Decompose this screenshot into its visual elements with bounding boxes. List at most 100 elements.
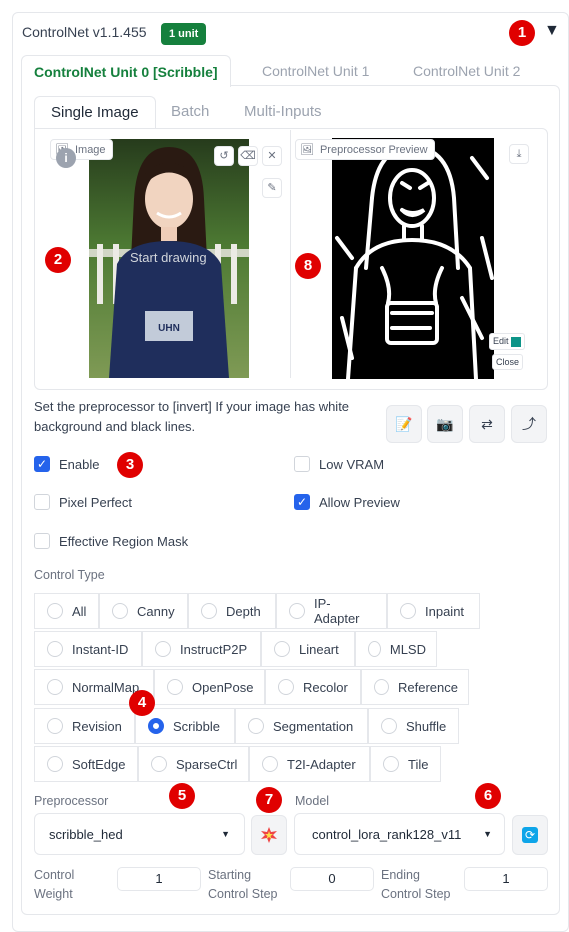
swap-icon[interactable]: ⇄ <box>469 405 505 443</box>
ending-step-input[interactable]: 1 <box>464 867 548 891</box>
radio-icon <box>248 718 264 734</box>
control-type-option[interactable]: Tile <box>370 746 441 782</box>
control-weight-label: Control Weight <box>34 868 75 901</box>
tab-single-image[interactable]: Single Image <box>34 96 156 128</box>
control-type-option[interactable]: IP-Adapter <box>276 593 387 629</box>
info-icon[interactable]: i <box>56 148 76 168</box>
control-type-option[interactable]: Reference <box>361 669 469 705</box>
radio-icon <box>262 756 278 772</box>
close-preview-button[interactable]: Close <box>492 354 524 370</box>
radio-icon <box>278 679 294 695</box>
radio-icon <box>289 603 305 619</box>
starting-step-input[interactable]: 0 <box>290 867 374 891</box>
tab-unit-1[interactable]: ControlNet Unit 1 <box>262 55 369 87</box>
radio-icon <box>151 756 167 772</box>
control-type-option[interactable]: Instant-ID <box>34 631 142 667</box>
control-type-option[interactable]: Canny <box>99 593 188 629</box>
control-type-option[interactable]: Shuffle <box>368 708 459 744</box>
checkbox-empty-icon <box>34 533 50 549</box>
preprocessor-label: Preprocessor <box>34 794 109 808</box>
low-vram-checkbox[interactable]: Low VRAM <box>294 456 384 472</box>
radio-icon <box>47 718 63 734</box>
checkbox-check-icon: ✓ <box>34 456 50 472</box>
edit-icon <box>511 336 522 347</box>
control-type-option[interactable]: Lineart <box>261 631 355 667</box>
control-type-option[interactable]: OpenPose <box>154 669 265 705</box>
scribble-preview <box>335 143 494 379</box>
curve-arrow-icon[interactable]: ⤴ <box>511 405 547 443</box>
radio-icon <box>47 756 63 772</box>
camera-icon[interactable]: 📷 <box>427 405 463 443</box>
control-weight-input[interactable]: 1 <box>117 867 201 891</box>
radio-selected-icon <box>148 718 164 734</box>
preprocessor-hint: Set the preprocessor to [invert] If your… <box>34 399 350 434</box>
model-dropdown[interactable]: control_lora_rank128_v11 ▼ <box>294 813 505 855</box>
allow-preview-checkbox[interactable]: ✓ Allow Preview <box>294 494 400 510</box>
checkbox-empty-icon <box>34 494 50 510</box>
preview-label: 🖼 Preprocessor Preview <box>295 139 435 160</box>
control-type-option[interactable]: MLSD <box>355 631 437 667</box>
radio-icon <box>47 641 63 657</box>
radio-icon <box>383 756 399 772</box>
radio-icon <box>201 603 217 619</box>
edit-button[interactable]: Edit <box>489 333 526 350</box>
tab-batch[interactable]: Batch <box>171 96 209 128</box>
preprocessor-preview-image <box>332 138 494 379</box>
enable-checkbox[interactable]: ✓ Enable <box>34 456 99 472</box>
undo-icon[interactable]: ↺ <box>214 146 234 166</box>
radio-icon <box>47 679 63 695</box>
controlnet-title[interactable]: ControlNet v1.1.455 <box>22 24 147 40</box>
marker-badge: 7 <box>256 787 282 813</box>
brush-icon[interactable]: ✎ <box>262 178 282 198</box>
radio-icon <box>374 679 390 695</box>
download-icon[interactable]: ⤓ <box>509 144 529 164</box>
ending-step-label: Ending Control Step <box>381 868 451 901</box>
control-type-option[interactable]: SoftEdge <box>34 746 138 782</box>
marker-badge: 3 <box>117 452 143 478</box>
checkbox-empty-icon <box>294 456 310 472</box>
tab-multi-inputs[interactable]: Multi-Inputs <box>244 96 322 128</box>
unit-count-badge: 1 unit <box>161 23 207 45</box>
run-preprocessor-button[interactable] <box>251 815 287 855</box>
radio-icon <box>381 718 397 734</box>
caret-down-icon: ▼ <box>483 829 492 839</box>
image-divider <box>290 130 291 378</box>
marker-badge: 6 <box>475 783 501 809</box>
close-icon[interactable]: ✕ <box>262 146 282 166</box>
control-type-option[interactable]: Recolor <box>265 669 361 705</box>
control-type-option[interactable]: T2I-Adapter <box>249 746 370 782</box>
radio-icon <box>368 641 381 657</box>
control-type-option[interactable]: InstructP2P <box>142 631 261 667</box>
eraser-icon[interactable]: ⌫ <box>238 146 258 166</box>
radio-icon <box>47 603 63 619</box>
control-type-option[interactable]: SparseCtrl <box>138 746 249 782</box>
marker-badge: 1 <box>509 20 535 46</box>
canvas-hint: Start drawing <box>130 250 207 265</box>
image-icon: 🖼 <box>300 144 314 156</box>
radio-icon <box>400 603 416 619</box>
explosion-icon <box>261 827 277 843</box>
edit-icon[interactable]: 📝 <box>386 405 422 443</box>
triangle-down-icon[interactable]: ▼ <box>544 22 560 40</box>
control-type-option[interactable]: Depth <box>188 593 276 629</box>
effective-region-mask-checkbox[interactable]: Effective Region Mask <box>34 533 188 549</box>
caret-down-icon: ▼ <box>221 829 230 839</box>
refresh-models-button[interactable]: ⟳ <box>512 815 548 855</box>
preprocessor-dropdown[interactable]: scribble_hed ▼ <box>34 813 245 855</box>
control-type-option[interactable]: Inpaint <box>387 593 480 629</box>
pixel-perfect-checkbox[interactable]: Pixel Perfect <box>34 494 132 510</box>
control-type-option[interactable]: Segmentation <box>235 708 368 744</box>
control-type-option-selected[interactable]: Scribble <box>135 708 235 744</box>
tab-unit-0[interactable]: ControlNet Unit 0 [Scribble] <box>21 55 231 87</box>
svg-text:UHN: UHN <box>158 323 180 334</box>
control-type-option[interactable]: All <box>34 593 99 629</box>
marker-badge: 4 <box>129 690 155 716</box>
checkbox-check-icon: ✓ <box>294 494 310 510</box>
marker-badge: 8 <box>295 253 321 279</box>
marker-badge: 5 <box>169 783 195 809</box>
marker-badge: 2 <box>45 247 71 273</box>
radio-icon <box>167 679 183 695</box>
tab-unit-2[interactable]: ControlNet Unit 2 <box>413 55 520 87</box>
radio-icon <box>112 603 128 619</box>
control-type-option[interactable]: Revision <box>34 708 135 744</box>
